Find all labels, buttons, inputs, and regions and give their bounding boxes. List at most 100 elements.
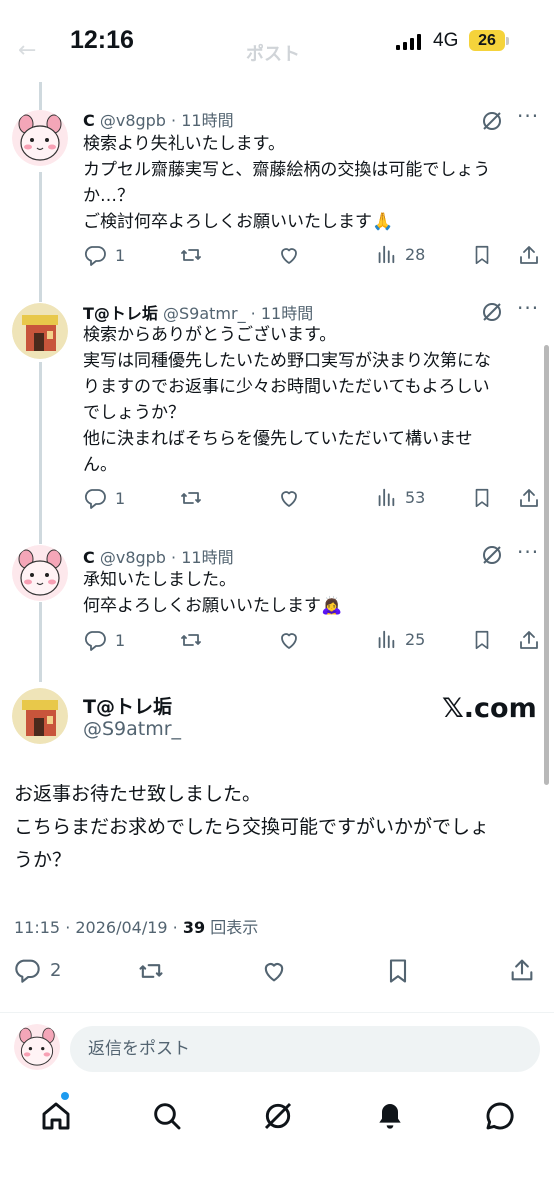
bookmark-button[interactable] (471, 243, 493, 267)
display-name[interactable]: C (83, 548, 95, 567)
reply-header: T@トレ垢 @S9atmr_ · 11時間 (83, 304, 314, 323)
views-icon (375, 243, 397, 265)
thread-line (39, 172, 42, 302)
display-name[interactable]: T@トレ垢 (83, 692, 172, 719)
bookmark-icon (471, 486, 493, 510)
views-button[interactable]: 25 (375, 628, 425, 650)
display-name[interactable]: C (83, 111, 95, 130)
user-handle[interactable]: @v8gpb (100, 111, 166, 130)
back-arrow-icon[interactable]: ← (18, 38, 36, 63)
repost-icon (178, 486, 204, 510)
reply-count: 2 (50, 959, 62, 981)
reply-input[interactable]: 返信をポスト (70, 1026, 540, 1072)
thread-line (39, 362, 42, 544)
text-line: 他に決まればそちらを優先していただいて構いませ (83, 429, 473, 449)
share-button[interactable] (517, 628, 541, 652)
reply-icon (83, 628, 107, 652)
messages-icon[interactable] (484, 1100, 516, 1132)
bookmark-icon (471, 628, 493, 652)
reply-header: C @v8gpb · 11時間 (83, 548, 234, 567)
text-line: うか？ (14, 849, 72, 871)
like-button[interactable] (276, 486, 302, 510)
reply-count: 1 (115, 488, 126, 508)
thread-line (39, 82, 42, 110)
battery-tip (506, 37, 509, 45)
views-button[interactable]: 53 (375, 486, 425, 508)
notification-dot (61, 1092, 69, 1100)
avatar[interactable] (12, 110, 68, 166)
bookmark-button[interactable] (471, 486, 493, 510)
display-name[interactable]: T@トレ垢 (83, 304, 158, 323)
reply-text: 検索からありがとうございます。 実写は同種優先したいため野口実写が決まり次第にな… (83, 322, 491, 478)
divider (0, 1012, 554, 1013)
reply-text: 検索より失礼いたします。 カプセル齋藤実写と、齋藤絵柄の交換は可能でしょう か…… (83, 131, 490, 235)
text-line: 検索より失礼いたします。 (83, 134, 285, 154)
text-line: 何卒よろしくお願いいたします🙇‍♀️ (83, 596, 343, 616)
text-line: りますのでお返事に少々お時間いただいてもよろしい (83, 377, 490, 397)
status-bar: ← ポスト 12:16 4G 26 (0, 0, 554, 82)
reply-count: 1 (115, 630, 126, 650)
post-timestamp[interactable]: 11:15 · 2026/04/19 · (14, 918, 183, 937)
post-text: お返事お待たせ致しました。 こちらまだお求めでしたら交換可能ですがいかがでしょ … (14, 778, 489, 877)
bookmark-button[interactable] (471, 628, 493, 652)
repost-icon[interactable] (135, 957, 167, 985)
views-icon (375, 628, 397, 650)
view-count: 28 (405, 244, 426, 264)
reply-count: 1 (115, 245, 126, 265)
more-options-icon[interactable]: ··· (517, 104, 539, 128)
text-line: か…？ (83, 186, 134, 206)
scrollbar[interactable] (544, 345, 549, 785)
text-line: ん。 (83, 455, 117, 475)
grok-icon[interactable] (481, 110, 503, 132)
post-time[interactable]: 11時間 (181, 111, 233, 130)
status-time: 12:16 (70, 26, 134, 54)
like-icon (276, 628, 302, 652)
user-handle[interactable]: @S9atmr_ (163, 304, 246, 323)
thread-line (39, 602, 42, 682)
like-icon (276, 486, 302, 510)
more-options-icon[interactable]: ··· (517, 540, 539, 564)
view-label: 回表示 (205, 918, 259, 937)
reply-button[interactable]: 1 (83, 486, 125, 510)
like-button[interactable] (276, 243, 302, 267)
like-icon[interactable] (258, 957, 290, 985)
like-button[interactable] (276, 628, 302, 652)
grok-icon[interactable] (262, 1100, 294, 1132)
text-line: 承知いたしました。 (83, 570, 236, 590)
repost-button[interactable] (178, 628, 204, 652)
reply-button[interactable]: 2 (12, 956, 61, 984)
repost-button[interactable] (178, 243, 204, 267)
avatar[interactable] (12, 688, 68, 744)
bookmark-icon[interactable] (384, 957, 412, 985)
repost-button[interactable] (178, 486, 204, 510)
search-icon[interactable] (151, 1100, 183, 1132)
avatar (14, 1024, 60, 1070)
post-time[interactable]: 11時間 (181, 548, 233, 567)
share-button[interactable] (517, 486, 541, 510)
reply-icon (83, 243, 107, 267)
text-line: お返事お待たせ致しました。 (14, 783, 262, 805)
avatar[interactable] (12, 303, 68, 359)
share-button[interactable] (517, 243, 541, 267)
bookmark-icon (471, 243, 493, 267)
reply-icon (83, 486, 107, 510)
grok-icon[interactable] (481, 301, 503, 323)
post-time[interactable]: 11時間 (261, 304, 313, 323)
repost-icon (178, 628, 204, 652)
grok-icon[interactable] (481, 544, 503, 566)
share-icon[interactable] (508, 956, 536, 984)
user-handle[interactable]: @S9atmr_ (83, 718, 181, 740)
text-line: 実写は同種優先したいため野口実写が決まり次第にな (83, 351, 491, 371)
reply-button[interactable]: 1 (83, 628, 125, 652)
more-options-icon[interactable]: ··· (517, 296, 539, 320)
notifications-icon[interactable] (374, 1100, 406, 1132)
user-handle[interactable]: @v8gpb (100, 548, 166, 567)
brand-watermark: 𝕏.com (442, 693, 537, 724)
view-count: 39 (182, 918, 206, 937)
reply-icon (15, 959, 40, 983)
text-line: カプセル齋藤実写と、齋藤絵柄の交換は可能でしょう (83, 160, 491, 180)
views-button[interactable]: 28 (375, 243, 425, 265)
avatar[interactable] (12, 545, 68, 601)
reply-button[interactable]: 1 (83, 243, 125, 267)
home-icon[interactable] (40, 1100, 72, 1132)
